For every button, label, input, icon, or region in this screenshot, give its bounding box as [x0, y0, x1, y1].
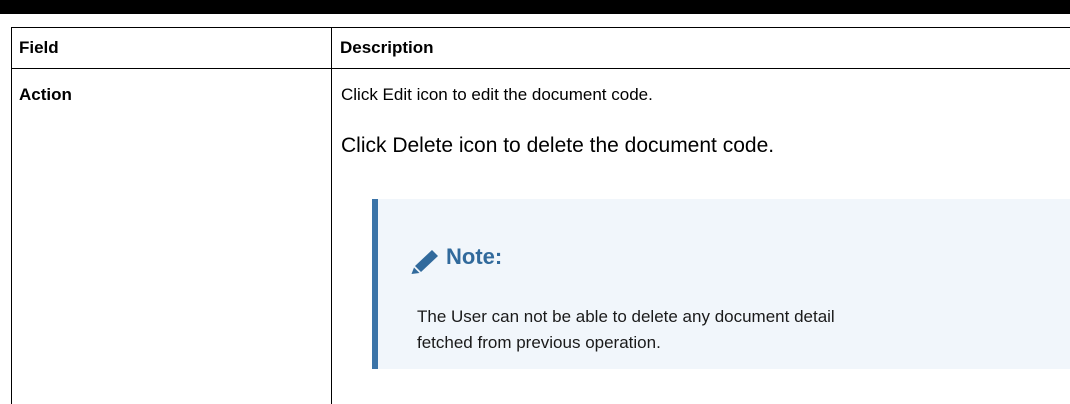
table-column-divider — [331, 27, 332, 404]
table-header-bottom-border — [11, 68, 1070, 69]
table-header-top-border — [11, 27, 1070, 28]
description-delete-instruction: Click Delete icon to delete the document… — [341, 134, 775, 157]
pencil-icon — [410, 248, 440, 274]
note-body: The User can not be able to delete any d… — [417, 304, 835, 356]
table-left-border — [11, 27, 12, 404]
note-body-line-1: The User can not be able to delete any d… — [417, 307, 835, 326]
note-title: Note: — [446, 244, 503, 269]
field-cell-action: Action — [19, 85, 72, 104]
note-body-line-2: fetched from previous operation. — [417, 333, 661, 352]
column-header-field: Field — [19, 38, 59, 57]
description-edit-instruction: Click Edit icon to edit the document cod… — [341, 85, 653, 104]
table-top-rule — [0, 0, 1070, 14]
column-header-description: Description — [340, 38, 434, 57]
note-callout: Note: The User can not be able to delete… — [372, 199, 1070, 369]
